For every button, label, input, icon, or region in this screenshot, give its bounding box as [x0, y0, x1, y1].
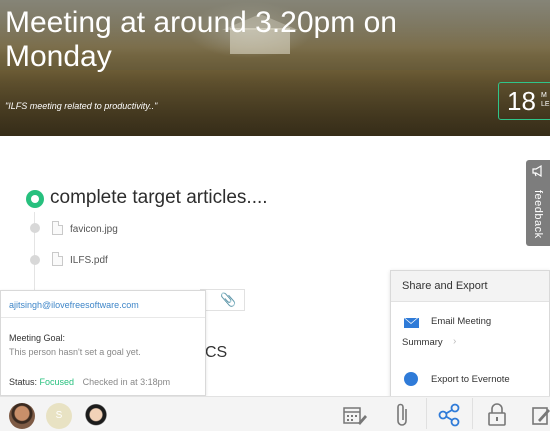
export-to-evernote-button[interactable]: Export to Evernote	[431, 374, 510, 385]
duration-unit-line1: M	[541, 92, 547, 99]
lock-icon[interactable]	[485, 401, 509, 429]
share-icon[interactable]	[436, 401, 462, 429]
share-panel-header: Share and Export	[391, 271, 549, 302]
duration-unit: M LE	[541, 91, 550, 109]
attachment-link[interactable]: ILFS.pdf	[70, 255, 108, 266]
user-info-popup: ajitsingh@ilovefreesoftware.com Meeting …	[0, 290, 206, 396]
edit-icon[interactable]	[530, 401, 550, 429]
meeting-duration-counter: 18 M LE	[498, 82, 550, 120]
status-label: Status:	[9, 377, 38, 387]
evernote-icon[interactable]	[404, 372, 418, 386]
attendee-avatar[interactable]: S	[46, 403, 72, 429]
checked-in-time: Checked in at 3:18pm	[82, 377, 171, 387]
duration-value: 18	[507, 86, 536, 116]
feedback-label: feedback	[532, 190, 544, 239]
file-icon	[52, 252, 63, 266]
duration-unit-line2: LE	[541, 101, 550, 108]
toolbar-divider	[472, 398, 473, 429]
file-icon	[52, 221, 63, 235]
share-panel-title: Share and Export	[402, 280, 488, 292]
calendar-edit-icon[interactable]	[340, 401, 368, 429]
megaphone-icon	[532, 164, 542, 178]
attendee-avatar[interactable]	[83, 403, 109, 429]
toolbar-divider	[426, 398, 427, 429]
timeline-dot	[30, 255, 40, 265]
email-meeting-summary-button[interactable]: Email Meeting	[431, 316, 491, 327]
chevron-right-icon: ›	[453, 336, 457, 347]
goal-section-text: CS	[205, 344, 228, 361]
user-email-link[interactable]: ajitsingh@ilovefreesoftware.com	[9, 300, 139, 310]
attachment-link[interactable]: favicon.jpg	[70, 224, 118, 235]
popup-divider	[1, 317, 205, 318]
share-export-panel: Share and Export Email Meeting Summary ›…	[390, 270, 550, 400]
meeting-description[interactable]: "ILFS meeting related to productivity.."	[5, 101, 157, 111]
goal-target-icon[interactable]	[26, 190, 44, 208]
mail-icon[interactable]	[404, 318, 419, 328]
user-status: Status: Focused Checked in at 3:18pm	[9, 377, 170, 387]
meeting-hero-banner: Meeting at around 3.20pm on Monday "ILFS…	[0, 0, 550, 136]
email-summary-label[interactable]: Summary	[402, 337, 443, 348]
paperclip-icon[interactable]: 📎	[220, 292, 236, 308]
goal-title[interactable]: complete target articles....	[50, 187, 268, 209]
meeting-goal-label: Meeting Goal:	[9, 333, 66, 343]
timeline-dot	[30, 223, 40, 233]
paperclip-icon[interactable]	[392, 401, 412, 429]
feedback-tab[interactable]: feedback	[526, 160, 550, 246]
status-value: Focused	[39, 377, 75, 387]
meeting-title[interactable]: Meeting at around 3.20pm on Monday	[5, 6, 475, 74]
meeting-goal-text: This person hasn't set a goal yet.	[9, 347, 141, 357]
attendee-avatar[interactable]	[9, 403, 35, 429]
